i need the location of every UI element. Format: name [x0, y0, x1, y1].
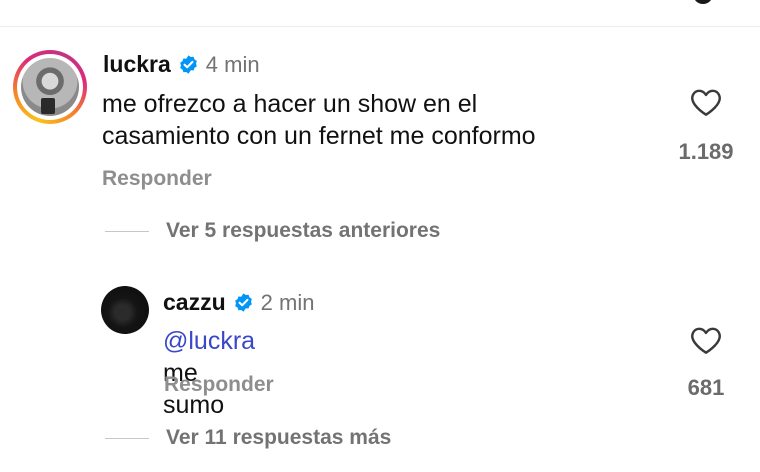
username[interactable]: cazzu — [163, 289, 226, 316]
view-previous-replies-label[interactable]: Ver 5 respuestas anteriores — [166, 219, 440, 243]
thread-divider — [105, 437, 149, 439]
verified-badge-icon — [233, 292, 254, 313]
mention-link[interactable]: @luckra — [163, 327, 255, 355]
thread-divider — [105, 230, 149, 232]
username[interactable]: luckra — [103, 51, 171, 78]
comment-body: me ofrezco a hacer un show en el casamie… — [102, 88, 662, 152]
view-more-replies[interactable]: Ver 11 respuestas más — [105, 426, 391, 450]
comment-header: luckra 4 min — [103, 51, 260, 78]
top-divider — [0, 26, 760, 27]
comment-text-line: casamiento con un fernet me conformo — [102, 122, 536, 150]
reply-button[interactable]: Responder — [102, 167, 212, 191]
like-count: 1.189 — [678, 139, 734, 164]
view-previous-replies[interactable]: Ver 5 respuestas anteriores — [105, 219, 440, 243]
like-count: 681 — [687, 375, 725, 400]
timestamp: 2 min — [260, 289, 315, 315]
reply-button[interactable]: Responder — [164, 373, 274, 397]
comment-header: cazzu 2 min — [163, 289, 314, 316]
avatar-cazzu[interactable] — [101, 286, 149, 334]
top-icon-partial[interactable] — [693, 0, 713, 4]
like-heart-icon[interactable] — [689, 87, 723, 117]
avatar-luckra[interactable] — [13, 50, 87, 124]
comment-text-line: me ofrezco a hacer un show en el — [102, 90, 478, 118]
like-heart-icon[interactable] — [689, 325, 723, 355]
view-more-replies-label[interactable]: Ver 11 respuestas más — [166, 426, 391, 450]
verified-badge-icon — [178, 54, 199, 75]
timestamp: 4 min — [205, 51, 260, 77]
